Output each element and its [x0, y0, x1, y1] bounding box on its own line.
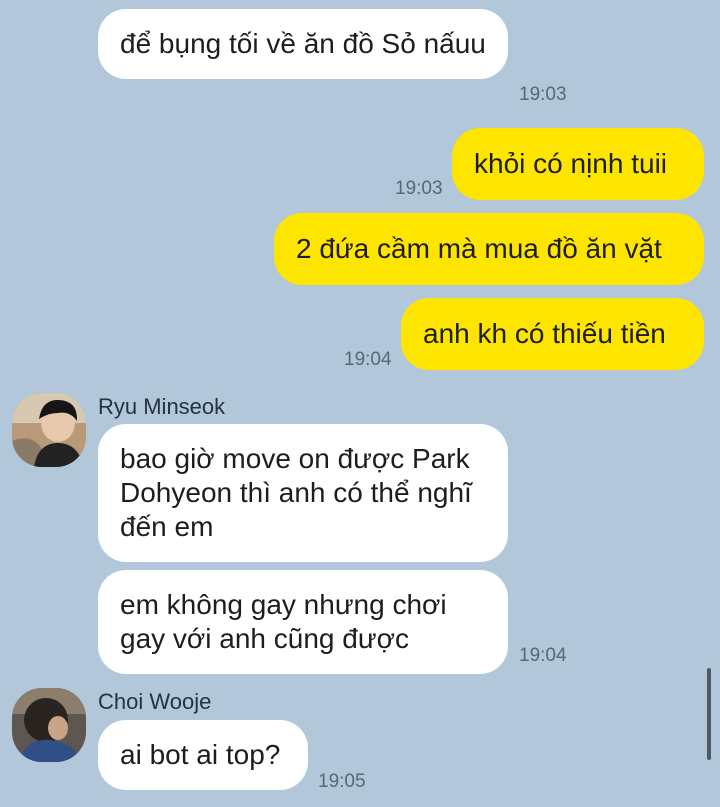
message-text: bao giờ move on được Park Dohyeon thì an…	[120, 443, 472, 542]
message-text: em không gay nhưng chơi gay với anh cũng…	[120, 589, 447, 654]
sender-name: Choi Wooje	[98, 689, 212, 714]
message-text: ai bot ai top?	[120, 739, 281, 770]
message-time: 19:04	[519, 645, 567, 666]
avatar-ryu-minseok[interactable]	[12, 393, 86, 467]
message-text: anh kh có thiếu tiền	[423, 318, 666, 349]
profile-photo-icon	[12, 393, 86, 467]
message-text: để bụng tối về ăn đồ Sỏ nấuu	[120, 28, 486, 59]
avatar-choi-wooje[interactable]	[12, 688, 86, 762]
message-bubble-outgoing[interactable]: khỏi có nịnh tuii	[452, 128, 704, 200]
message-bubble-outgoing[interactable]: anh kh có thiếu tiền	[401, 298, 704, 370]
message-bubble-incoming[interactable]: em không gay nhưng chơi gay với anh cũng…	[98, 570, 508, 674]
message-bubble-outgoing[interactable]: 2 đứa cầm mà mua đồ ăn vặt	[274, 213, 704, 285]
chat-thread[interactable]: để bụng tối về ăn đồ Sỏ nấuu 19:03 khỏi …	[0, 0, 720, 807]
message-bubble-incoming[interactable]: ai bot ai top?	[98, 720, 308, 790]
scrollbar[interactable]	[707, 668, 711, 760]
message-time: 19:04	[344, 349, 392, 370]
message-text: 2 đứa cầm mà mua đồ ăn vặt	[296, 233, 662, 264]
message-bubble-incoming[interactable]: để bụng tối về ăn đồ Sỏ nấuu	[98, 9, 508, 79]
message-time: 19:05	[318, 771, 366, 792]
message-time: 19:03	[395, 178, 443, 199]
sender-name: Ryu Minseok	[98, 394, 226, 419]
message-text: khỏi có nịnh tuii	[474, 148, 668, 179]
profile-photo-icon	[12, 688, 86, 762]
message-time: 19:03	[519, 84, 567, 105]
message-bubble-incoming[interactable]: bao giờ move on được Park Dohyeon thì an…	[98, 424, 508, 562]
